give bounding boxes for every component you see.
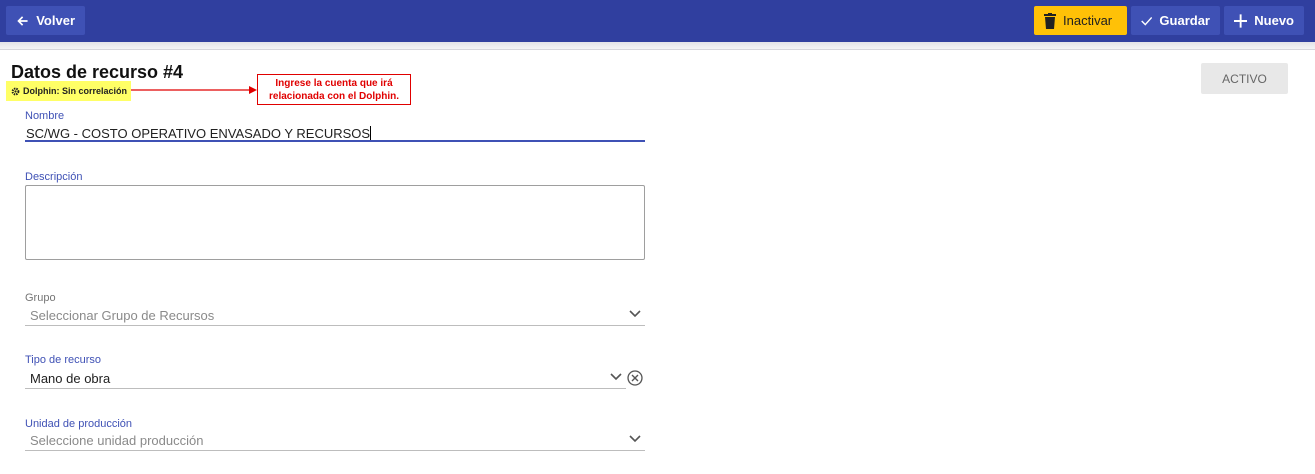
status-badge: ACTIVO <box>1201 63 1288 94</box>
nombre-label: Nombre <box>25 110 65 122</box>
nombre-value: SC/WG - COSTO OPERATIVO ENVASADO Y RECUR… <box>26 126 371 141</box>
nuevo-button[interactable]: Nuevo <box>1224 6 1304 35</box>
annotation-callout: Ingrese la cuenta que irá relacionada co… <box>257 74 411 105</box>
descripcion-label: Descripción <box>25 171 83 183</box>
gear-icon <box>11 87 20 95</box>
plus-icon <box>1234 13 1248 28</box>
callout-arrow <box>131 86 257 94</box>
back-button[interactable]: Volver <box>6 6 85 35</box>
unidad-select[interactable]: Seleccione unidad producción <box>25 431 645 451</box>
unidad-placeholder: Seleccione unidad producción <box>30 433 204 448</box>
tipo-value: Mano de obra <box>30 371 111 386</box>
back-button-label: Volver <box>36 13 75 28</box>
nuevo-button-label: Nuevo <box>1254 13 1294 28</box>
top-toolbar: Volver Inactivar Guardar Nuevo <box>0 0 1315 42</box>
grupo-placeholder: Seleccionar Grupo de Recursos <box>30 308 215 323</box>
grupo-select[interactable]: Seleccionar Grupo de Recursos <box>25 306 645 326</box>
unidad-label: Unidad de producción <box>25 418 133 430</box>
toolbar-divider <box>0 42 1315 50</box>
chevron-down-icon <box>610 373 622 381</box>
tipo-select[interactable]: Mano de obra <box>25 369 626 389</box>
inactivar-button[interactable]: Inactivar <box>1034 6 1127 35</box>
dolphin-badge-label: Dolphin: Sin correlación <box>23 86 128 96</box>
callout-line-1: Ingrese la cuenta que irá <box>275 78 393 89</box>
nombre-input[interactable]: SC/WG - COSTO OPERATIVO ENVASADO Y RECUR… <box>25 126 645 142</box>
text-cursor <box>370 126 372 140</box>
descripcion-textarea[interactable] <box>25 185 645 260</box>
callout-line-2: relacionada con el Dolphin. <box>268 91 400 102</box>
arrow-left-icon <box>17 15 28 26</box>
chevron-down-icon <box>629 435 641 443</box>
trash-icon <box>1044 12 1056 29</box>
inactivar-button-label: Inactivar <box>1063 13 1113 28</box>
tipo-label: Tipo de recurso <box>25 354 102 366</box>
check-icon <box>1141 16 1153 26</box>
page-title: Datos de recurso #4 <box>11 62 184 82</box>
chevron-down-icon <box>629 310 641 318</box>
guardar-button-label: Guardar <box>1159 13 1210 28</box>
grupo-label: Grupo <box>25 292 56 304</box>
guardar-button[interactable]: Guardar <box>1131 6 1220 35</box>
dolphin-badge[interactable]: Dolphin: Sin correlación <box>6 81 131 101</box>
clear-icon[interactable] <box>627 370 643 386</box>
